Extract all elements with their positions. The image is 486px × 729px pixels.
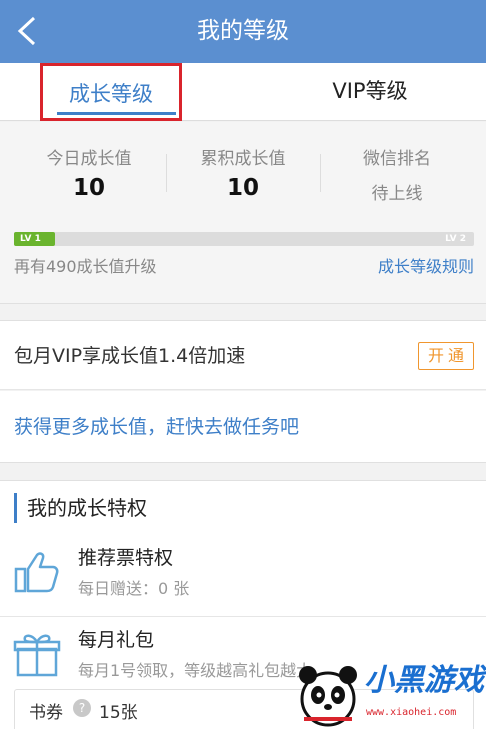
thumbs-up-icon	[12, 547, 62, 597]
stat-rank: 微信排名 待上线	[322, 144, 472, 204]
divider	[166, 154, 167, 192]
gift-icon	[12, 629, 62, 679]
privilege-name: 推荐票特权	[78, 547, 174, 569]
privileges-title: 我的成长特权	[14, 493, 147, 523]
tab-growth-level[interactable]: 成长等级	[40, 63, 182, 121]
vip-promo-text: 包月VIP享成长值1.4倍加速	[14, 345, 246, 367]
active-tab-indicator	[57, 112, 176, 115]
vip-promo-row: 包月VIP享成长值1.4倍加速 开通	[0, 320, 486, 390]
stat-rank-value: 待上线	[371, 184, 423, 204]
panda-icon	[299, 666, 357, 727]
stat-total-label: 累积成长值	[200, 149, 286, 169]
tab-vip-level-label: VIP等级	[332, 79, 408, 103]
level-rules-link[interactable]: 成长等级规则	[378, 253, 474, 277]
progress-text: 再有490成长值升级	[14, 257, 157, 276]
current-level-badge: LV 1	[20, 234, 41, 244]
coupon-count: 15张	[99, 703, 138, 723]
stat-total: 累积成长值 10	[168, 144, 318, 201]
coupon-label: 书券	[29, 703, 63, 723]
help-icon[interactable]: ?	[73, 699, 91, 717]
level-progress-bar: LV 1 LV 2	[14, 232, 474, 246]
watermark-url: www.xiaohei.com	[366, 707, 457, 718]
do-tasks-link[interactable]: 获得更多成长值，赶快去做任务吧	[14, 391, 299, 463]
open-vip-button[interactable]: 开通	[418, 342, 474, 370]
watermark-logo: 小黑游戏 www.xiaohei.com	[288, 655, 486, 729]
privilege-item[interactable]: 推荐票特权 每日赠送：0 张	[0, 537, 486, 617]
stat-total-value: 10	[226, 175, 259, 201]
task-row[interactable]: 获得更多成长值，赶快去做任务吧	[0, 391, 486, 463]
watermark-brand: 小黑游戏	[364, 663, 484, 698]
tab-bar: 成长等级 VIP等级	[0, 63, 486, 121]
next-level-badge: LV 2	[445, 234, 466, 244]
privilege-name: 每月礼包	[78, 629, 155, 651]
privilege-desc: 每月1号领取，等级越高礼包越大	[78, 661, 313, 680]
page-title: 我的等级	[197, 18, 289, 44]
privilege-desc: 每日赠送：0 张	[78, 579, 190, 598]
tab-growth-level-label: 成长等级	[69, 82, 153, 106]
stat-today-label: 今日成长值	[46, 149, 132, 169]
divider	[320, 154, 321, 192]
stat-today-value: 10	[72, 175, 105, 201]
tab-vip-level[interactable]: VIP等级	[300, 63, 440, 121]
stats-panel: 今日成长值 10 累积成长值 10 微信排名 待上线 LV 1 LV 2 再有4…	[0, 122, 486, 304]
stat-today: 今日成长值 10	[14, 144, 164, 201]
stat-rank-label: 微信排名	[363, 149, 431, 169]
top-bar: 我的等级	[0, 0, 486, 63]
